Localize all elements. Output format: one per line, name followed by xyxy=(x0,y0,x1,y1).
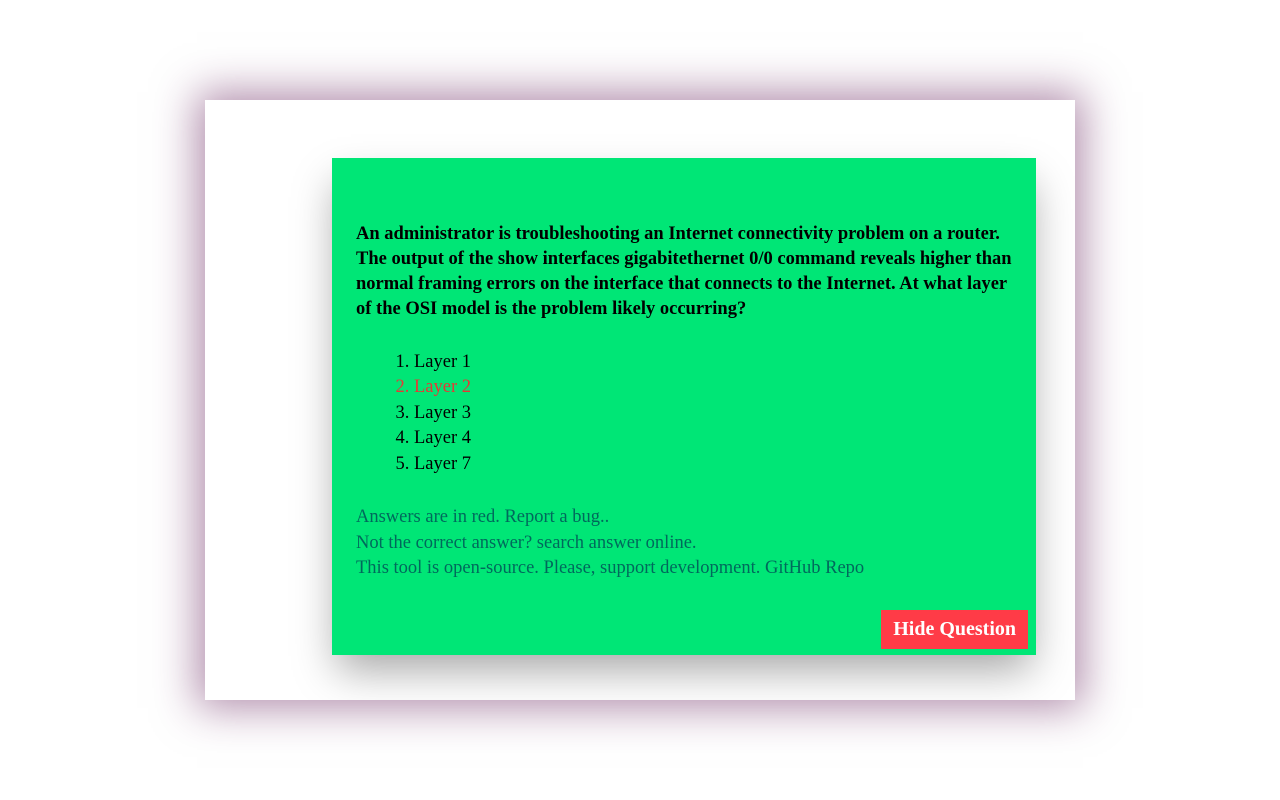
answer-option-correct: Layer 2 xyxy=(414,375,1012,401)
footer-line-github[interactable]: This tool is open-source. Please, suppor… xyxy=(356,556,1012,582)
answer-option: Layer 3 xyxy=(414,401,1012,427)
question-card: An administrator is troubleshooting an I… xyxy=(332,158,1036,655)
question-text: An administrator is troubleshooting an I… xyxy=(356,222,1012,322)
footer-line-search[interactable]: Not the correct answer? search answer on… xyxy=(356,531,1012,557)
app-frame[interactable]: An administrator is troubleshooting an I… xyxy=(205,100,1075,700)
answer-option: Layer 1 xyxy=(414,350,1012,376)
answer-option: Layer 7 xyxy=(414,452,1012,478)
answer-option: Layer 4 xyxy=(414,426,1012,452)
hide-question-button[interactable]: Hide Question xyxy=(881,610,1028,649)
footer-text: Answers are in red. Report a bug.. Not t… xyxy=(356,505,1012,582)
answer-options-list: Layer 1 Layer 2 Layer 3 Layer 4 Layer 7 xyxy=(414,350,1012,478)
footer-line-report[interactable]: Answers are in red. Report a bug.. xyxy=(356,505,1012,531)
